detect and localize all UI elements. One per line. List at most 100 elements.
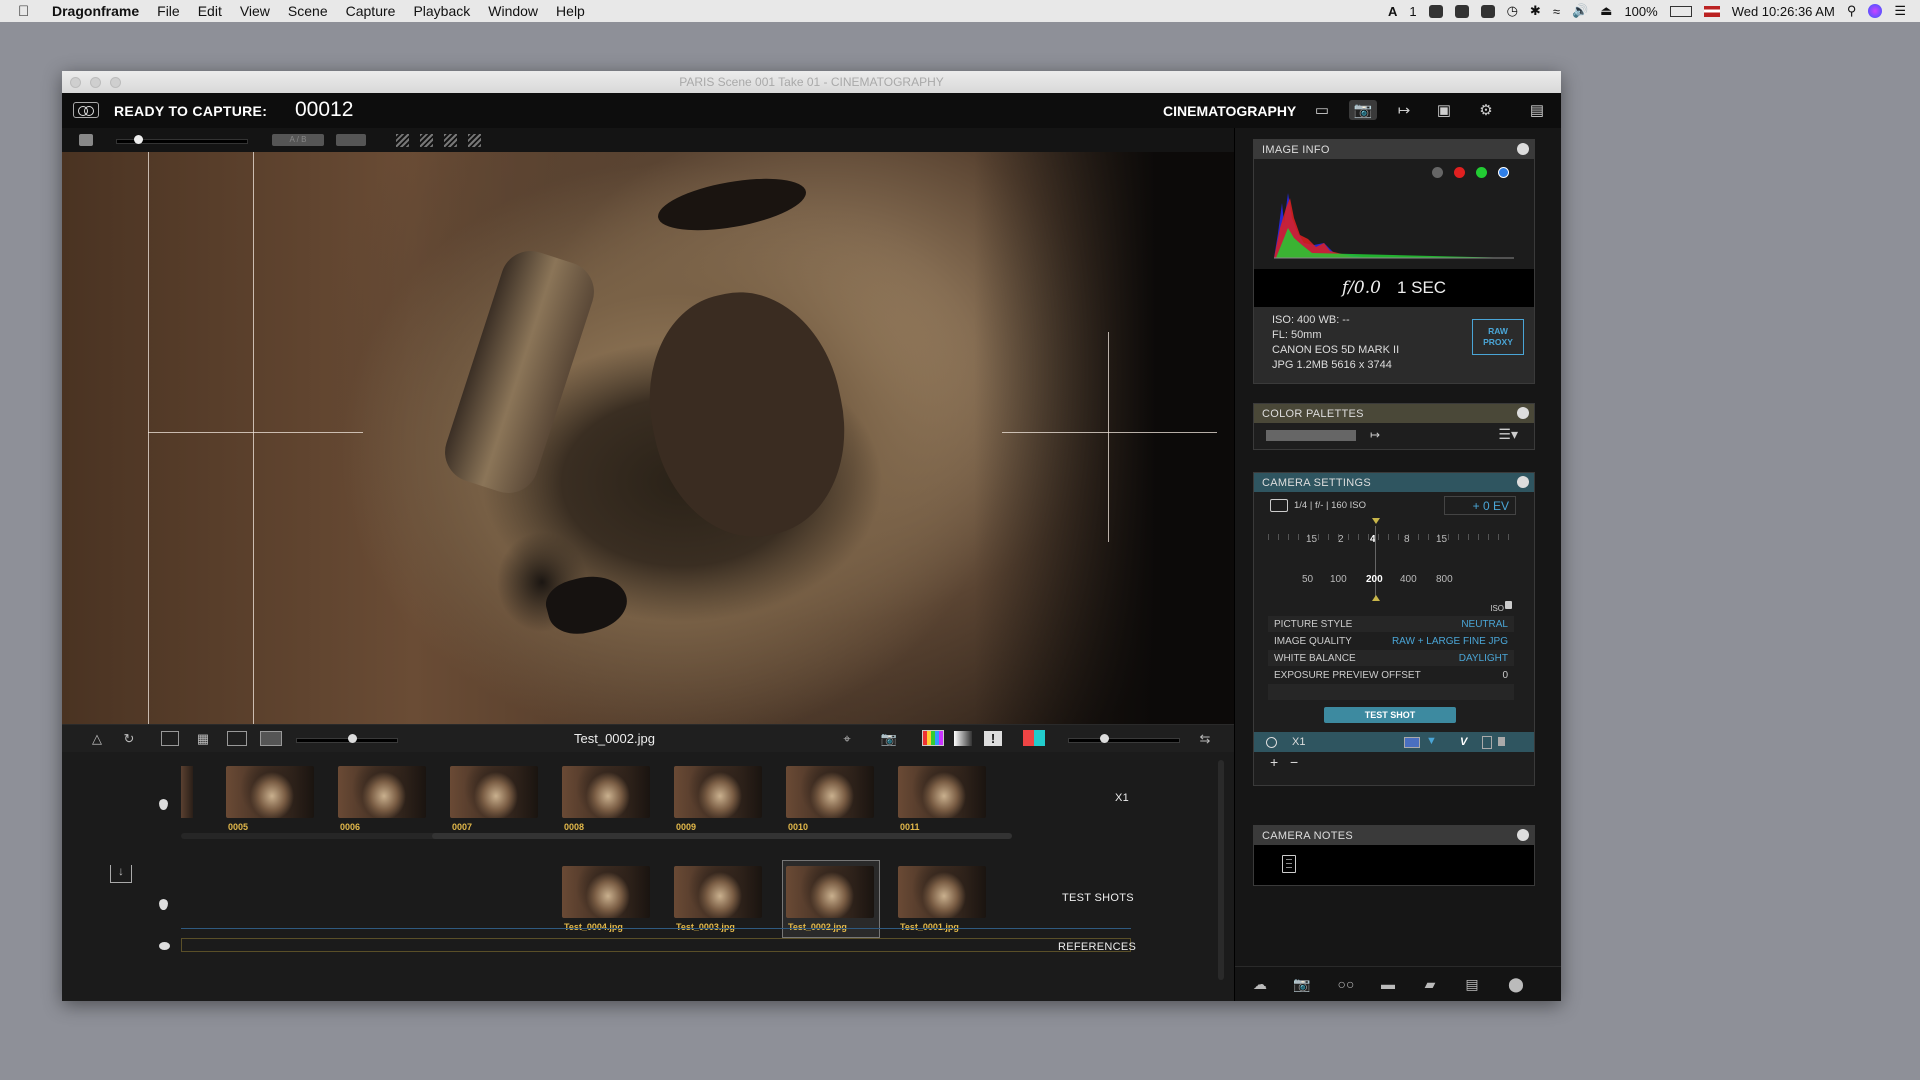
bluetooth-icon[interactable]: ✱ bbox=[1530, 3, 1541, 19]
eject-icon[interactable]: ⏏ bbox=[1600, 3, 1612, 19]
frame-thumb-0010[interactable] bbox=[786, 766, 874, 818]
grid-table-icon[interactable]: ▦ bbox=[194, 731, 212, 746]
xsheet-view-icon[interactable]: ↦ bbox=[1390, 100, 1418, 120]
wifi-icon[interactable]: ≈ bbox=[1553, 4, 1560, 19]
battery-percent[interactable]: 100% bbox=[1624, 4, 1657, 19]
onion-skin-2-icon[interactable] bbox=[420, 134, 433, 147]
test-shot-button[interactable]: TEST SHOT bbox=[1324, 707, 1456, 723]
cinematography-view-icon[interactable]: 📷 bbox=[1349, 100, 1377, 120]
camera-capture-icon[interactable]: 📷 bbox=[880, 731, 898, 746]
test-shot-thumb-0003[interactable] bbox=[674, 866, 762, 918]
notes-panel-icon[interactable]: ▤ bbox=[1461, 976, 1483, 992]
info-icon[interactable] bbox=[1517, 407, 1529, 419]
onion-skin-1-icon[interactable] bbox=[396, 134, 409, 147]
flip-icon[interactable]: △ bbox=[88, 731, 106, 746]
color-palettes-header[interactable]: COLOR PALETTES bbox=[1254, 404, 1534, 423]
frame-thumb-0006[interactable] bbox=[338, 766, 426, 818]
lens-panel-icon[interactable]: ○○ bbox=[1335, 976, 1357, 992]
flag-icon[interactable] bbox=[1703, 5, 1720, 17]
light-panel-icon[interactable]: ☁ bbox=[1249, 976, 1271, 992]
setting-exposure-preview-offset[interactable]: EXPOSURE PREVIEW OFFSET 0 bbox=[1268, 667, 1514, 683]
exposure-monitor-icon[interactable] bbox=[1404, 737, 1420, 748]
crosshair-icon[interactable]: ⌖ bbox=[838, 731, 856, 746]
references-track[interactable] bbox=[181, 938, 1131, 952]
setting-white-balance[interactable]: WHITE BALANCE DAYLIGHT bbox=[1268, 650, 1514, 666]
fit-width-icon[interactable]: ⇆ bbox=[1196, 731, 1214, 746]
exposure-row[interactable]: X1 ▼ V bbox=[1254, 732, 1534, 752]
step-arrow-button[interactable] bbox=[336, 134, 366, 146]
iso-lock-icon[interactable] bbox=[1505, 601, 1512, 609]
menu-help[interactable]: Help bbox=[556, 3, 585, 19]
warning-icon[interactable]: ! bbox=[984, 731, 1002, 746]
info-icon[interactable] bbox=[1517, 476, 1529, 488]
notification-center-icon[interactable]: ☰ bbox=[1894, 3, 1906, 19]
frame-thumb-0009[interactable] bbox=[674, 766, 762, 818]
test-shots-marker-icon[interactable] bbox=[159, 899, 168, 910]
partial-frame-thumb[interactable] bbox=[181, 766, 193, 818]
image-info-header[interactable]: IMAGE INFO bbox=[1254, 140, 1534, 159]
app-menu[interactable]: Dragonframe bbox=[52, 3, 139, 19]
siri-icon[interactable] bbox=[1868, 4, 1883, 18]
frame-thumb-0007[interactable] bbox=[450, 766, 538, 818]
menu-scene[interactable]: Scene bbox=[288, 3, 328, 19]
raw-proxy-button[interactable]: RAW PROXY bbox=[1472, 319, 1524, 355]
refresh-icon[interactable]: ↻ bbox=[120, 731, 138, 746]
clock[interactable]: Wed 10:26:36 AM bbox=[1732, 4, 1835, 19]
remove-exposure-button[interactable]: − bbox=[1290, 754, 1298, 770]
info-icon[interactable] bbox=[1517, 143, 1529, 155]
opacity-slider-knob[interactable] bbox=[134, 135, 143, 144]
setting-image-quality[interactable]: IMAGE QUALITY RAW + LARGE FINE JPG bbox=[1268, 633, 1514, 649]
menu-view[interactable]: View bbox=[240, 3, 270, 19]
motion-control-icon[interactable]: ⚙ bbox=[1472, 100, 1500, 120]
zoom-slider[interactable] bbox=[296, 738, 398, 743]
guide-line-horizontal[interactable] bbox=[148, 432, 363, 433]
apple-menu-icon[interactable]:  bbox=[18, 3, 40, 20]
test-shot-thumb-0002[interactable] bbox=[786, 866, 874, 918]
palette-menu-icon[interactable]: ☰▾ bbox=[1498, 426, 1518, 443]
menu-edit[interactable]: Edit bbox=[198, 3, 222, 19]
iso-indicator[interactable] bbox=[1372, 595, 1380, 601]
time-machine-icon[interactable]: ◷ bbox=[1507, 3, 1518, 19]
shutter-scale[interactable] bbox=[1268, 522, 1514, 562]
mask-icon[interactable] bbox=[260, 731, 282, 746]
timeline-scrollbar-thumb[interactable] bbox=[432, 833, 1012, 839]
split-compare-icon[interactable] bbox=[1023, 730, 1045, 746]
menu-file[interactable]: File bbox=[157, 3, 180, 19]
frame-thumb-0005[interactable] bbox=[226, 766, 314, 818]
skype-status-icon[interactable] bbox=[1480, 4, 1495, 18]
ev-field[interactable]: + 0 EV bbox=[1444, 496, 1516, 515]
bolt-status-icon[interactable] bbox=[1428, 4, 1443, 18]
setting-picture-style[interactable]: PICTURE STYLE NEUTRAL bbox=[1268, 616, 1514, 632]
camera-notes-body[interactable] bbox=[1254, 845, 1534, 885]
camera-setup-icon[interactable]: ▣ bbox=[1430, 100, 1458, 120]
frame-guide-icon[interactable] bbox=[227, 731, 247, 746]
onion-skin-4-icon[interactable] bbox=[468, 134, 481, 147]
test-shot-thumb-0001[interactable] bbox=[898, 866, 986, 918]
image-viewer[interactable] bbox=[62, 152, 1234, 724]
layers-panel-icon[interactable]: ▰ bbox=[1419, 976, 1441, 992]
grid-overlay-icon[interactable] bbox=[161, 731, 179, 746]
ab-toggle-button[interactable]: A / B bbox=[272, 134, 324, 146]
menu-playback[interactable]: Playback bbox=[413, 3, 470, 19]
references-marker-icon[interactable] bbox=[159, 942, 170, 950]
palette-swatch-bar[interactable] bbox=[1266, 430, 1356, 441]
collapse-icon[interactable] bbox=[1517, 829, 1529, 841]
adobe-status-icon[interactable]: A bbox=[1388, 4, 1397, 19]
grayscale-icon[interactable] bbox=[954, 731, 972, 746]
palette-import-icon[interactable]: ↦ bbox=[1370, 428, 1380, 442]
loop-icon[interactable] bbox=[73, 102, 99, 118]
timeline-vertical-scrollbar[interactable] bbox=[1218, 760, 1224, 980]
panel-toggle-icon[interactable]: ▤ bbox=[1523, 100, 1551, 120]
color-bars-icon[interactable] bbox=[922, 730, 944, 746]
live-view-toggle-icon[interactable] bbox=[79, 134, 93, 146]
guide-line-vertical-2[interactable] bbox=[253, 152, 254, 724]
main-track-marker-icon[interactable] bbox=[159, 799, 168, 810]
animation-view-icon[interactable]: ▭ bbox=[1308, 100, 1336, 120]
add-exposure-button[interactable]: + bbox=[1270, 754, 1278, 770]
exposure-lock-icon[interactable] bbox=[1498, 737, 1505, 746]
volume-icon[interactable]: 🔊 bbox=[1572, 3, 1588, 19]
onion-skin-3-icon[interactable] bbox=[444, 134, 457, 147]
slider-panel-icon[interactable]: ▬ bbox=[1377, 976, 1399, 992]
menu-window[interactable]: Window bbox=[488, 3, 538, 19]
camera-notes-header[interactable]: CAMERA NOTES bbox=[1254, 826, 1534, 845]
